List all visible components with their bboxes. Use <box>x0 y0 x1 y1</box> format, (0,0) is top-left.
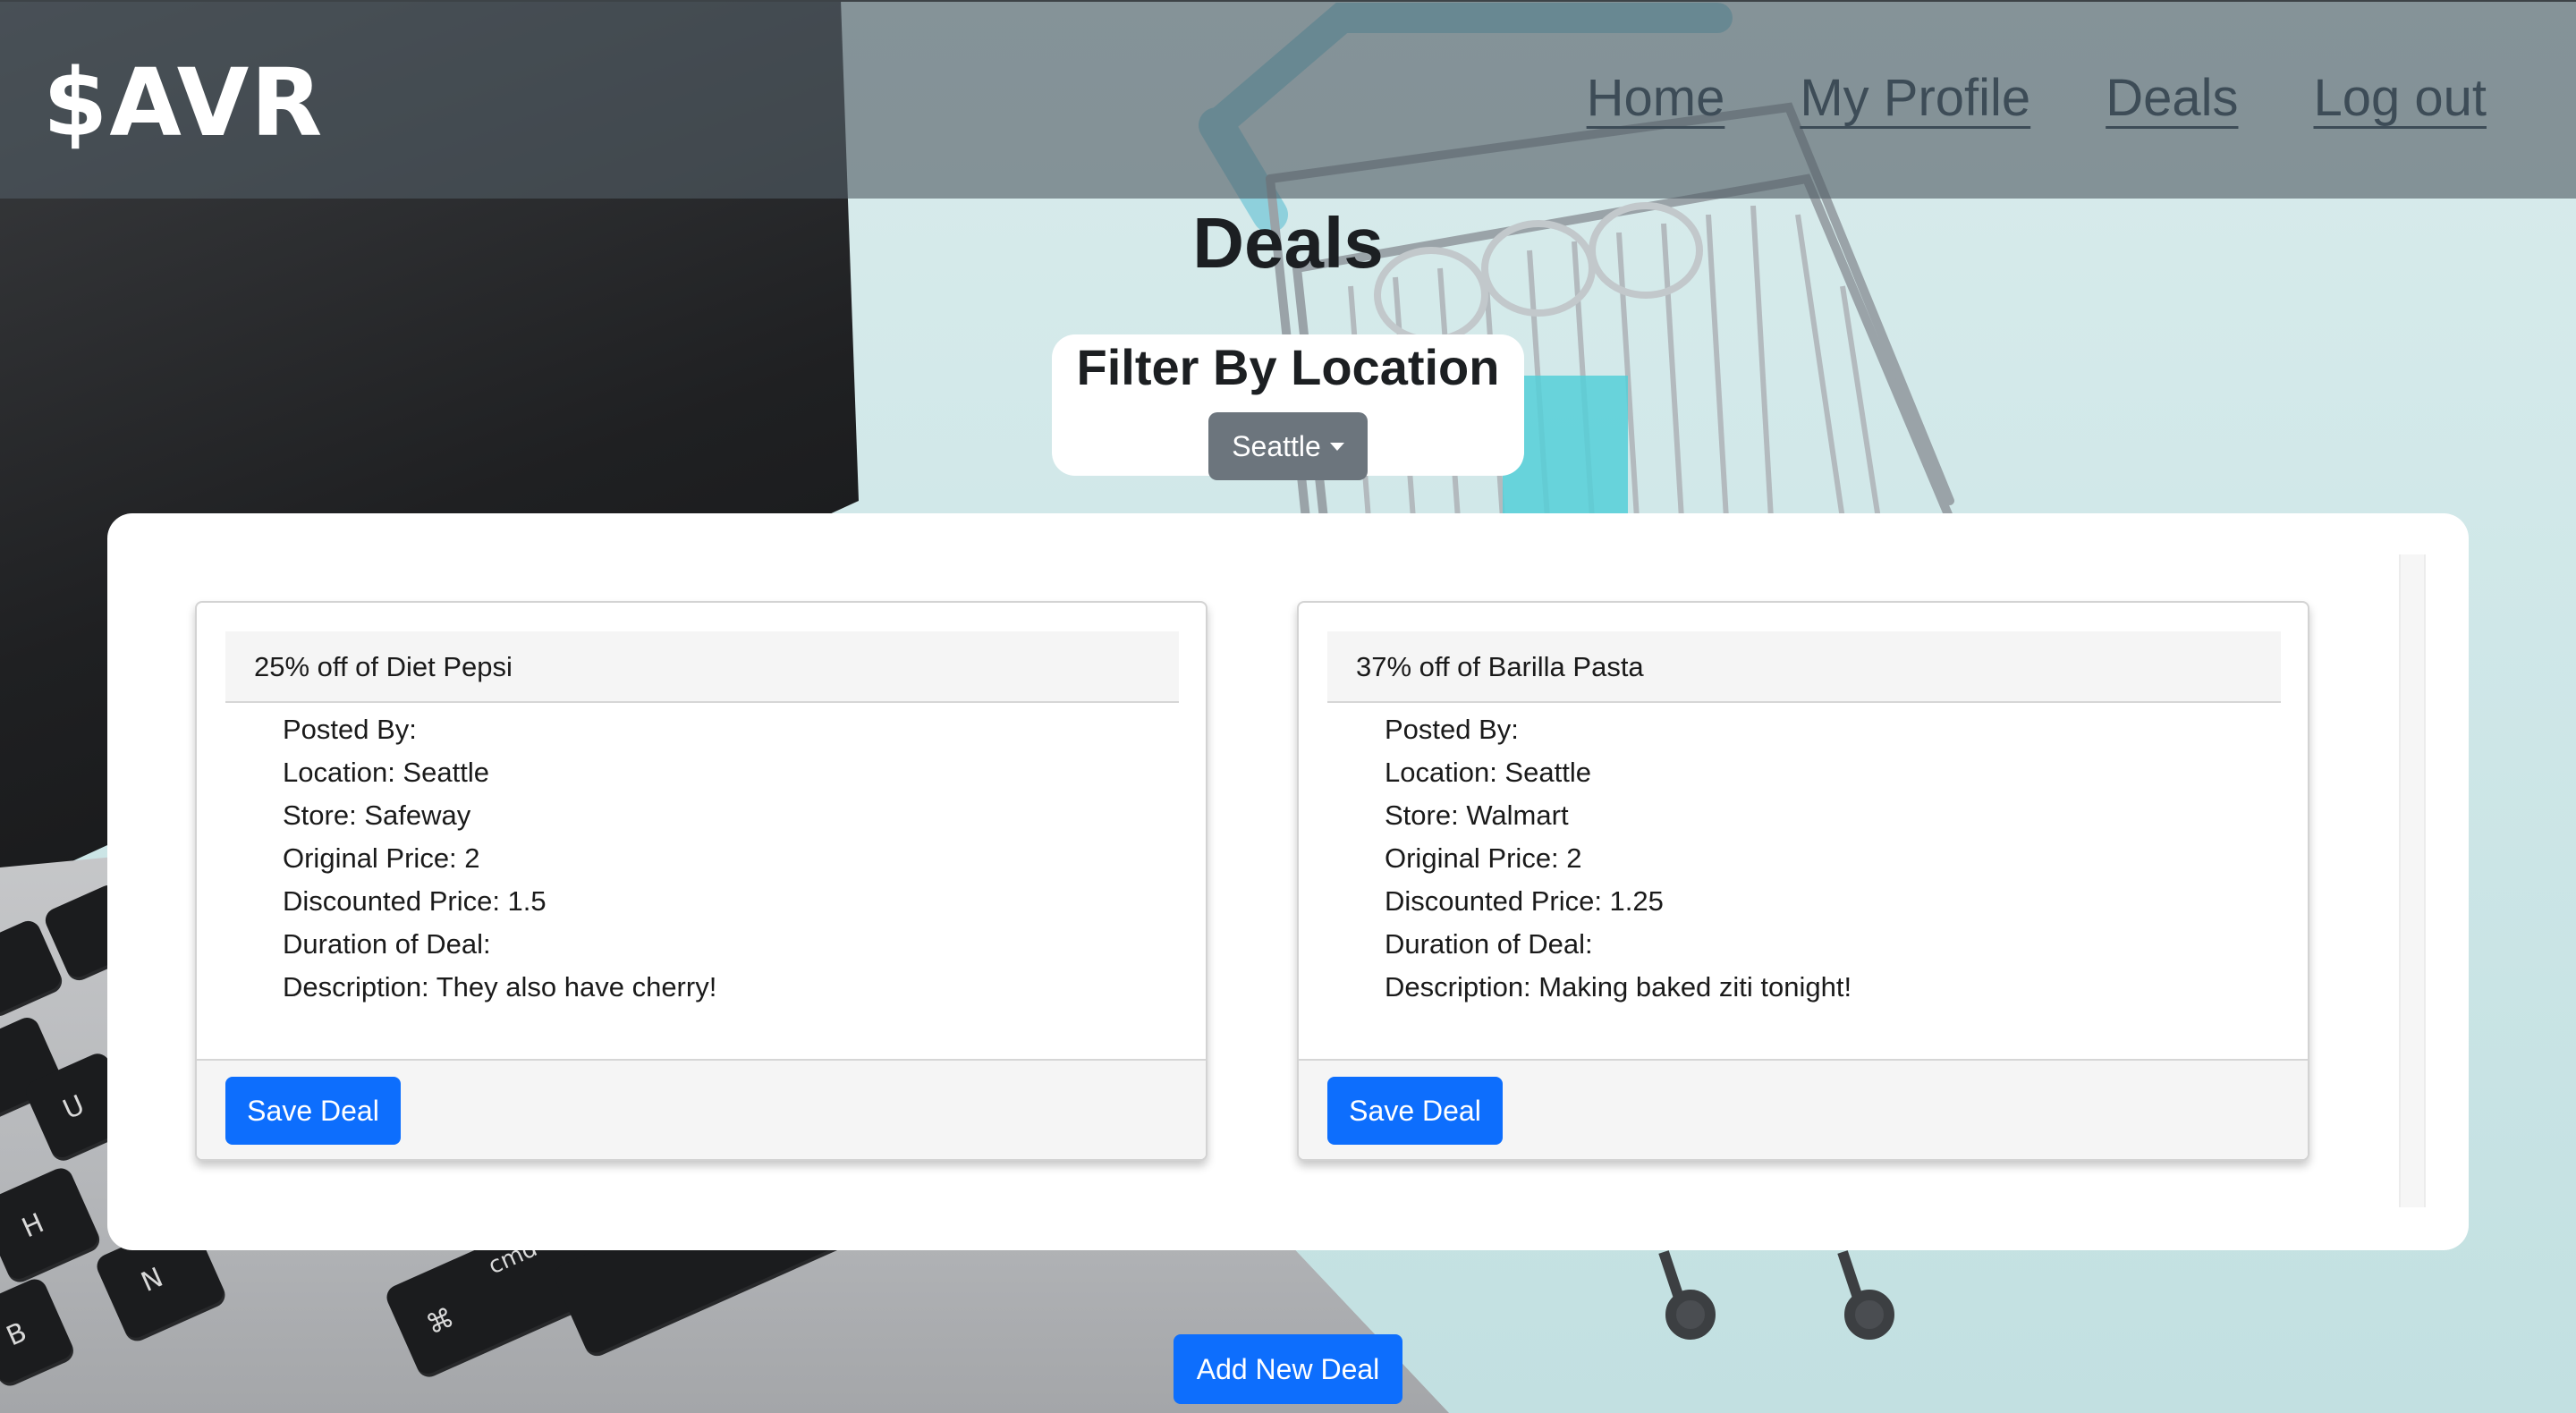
top-navbar: $AVR Home My Profile Deals Log out <box>0 0 2576 199</box>
chevron-down-icon <box>1329 442 1344 451</box>
deal-description: Description: They also have cherry! <box>283 971 717 1003</box>
deal-duration: Duration of Deal: <box>1385 928 1593 960</box>
deal-posted-by: Posted By: <box>283 714 417 745</box>
save-deal-button[interactable]: Save Deal <box>1327 1077 1503 1145</box>
save-deal-button[interactable]: Save Deal <box>225 1077 401 1145</box>
add-new-deal-button[interactable]: Add New Deal <box>1174 1334 1402 1404</box>
deal-discounted-price: Discounted Price: 1.25 <box>1385 885 1664 917</box>
location-filter: Filter By Location Seattle <box>1052 334 1524 480</box>
location-dropdown-button[interactable]: Seattle <box>1208 412 1368 480</box>
filter-title: Filter By Location <box>1076 339 1500 395</box>
deal-card-footer: Save Deal <box>1299 1059 2308 1159</box>
deal-card-title: 25% off of Diet Pepsi <box>225 631 1179 703</box>
deal-card-body: Posted By: Location: Seattle Store: Safe… <box>283 708 716 1009</box>
deal-card: 37% off of Barilla Pasta Posted By: Loca… <box>1297 601 2309 1161</box>
deal-original-price: Original Price: 2 <box>283 842 480 874</box>
nav-link-home[interactable]: Home <box>1587 68 1725 128</box>
nav-link-my-profile[interactable]: My Profile <box>1800 68 2030 128</box>
deal-original-price: Original Price: 2 <box>1385 842 1582 874</box>
deals-scrollbar[interactable] <box>2399 554 2426 1207</box>
deal-card-footer: Save Deal <box>197 1059 1206 1159</box>
deal-location: Location: Seattle <box>283 757 489 788</box>
page-title: Deals <box>1192 203 1384 283</box>
deal-location: Location: Seattle <box>1385 757 1591 788</box>
deal-description: Description: Making baked ziti tonight! <box>1385 971 1852 1003</box>
deal-discounted-price: Discounted Price: 1.5 <box>283 885 547 917</box>
deal-card: 25% off of Diet Pepsi Posted By: Locatio… <box>195 601 1208 1161</box>
deal-posted-by: Posted By: <box>1385 714 1519 745</box>
brand-logo[interactable]: $AVR <box>43 48 324 157</box>
location-dropdown-value: Seattle <box>1232 429 1321 462</box>
nav-link-deals[interactable]: Deals <box>2106 68 2238 128</box>
nav-links: Home My Profile Deals Log out <box>1587 68 2487 128</box>
nav-link-log-out[interactable]: Log out <box>2313 68 2487 128</box>
deal-card-body: Posted By: Location: Seattle Store: Walm… <box>1385 708 1852 1009</box>
deal-duration: Duration of Deal: <box>283 928 491 960</box>
deal-card-title: 37% off of Barilla Pasta <box>1327 631 2281 703</box>
deal-store: Store: Safeway <box>283 800 471 831</box>
deal-store: Store: Walmart <box>1385 800 1569 831</box>
